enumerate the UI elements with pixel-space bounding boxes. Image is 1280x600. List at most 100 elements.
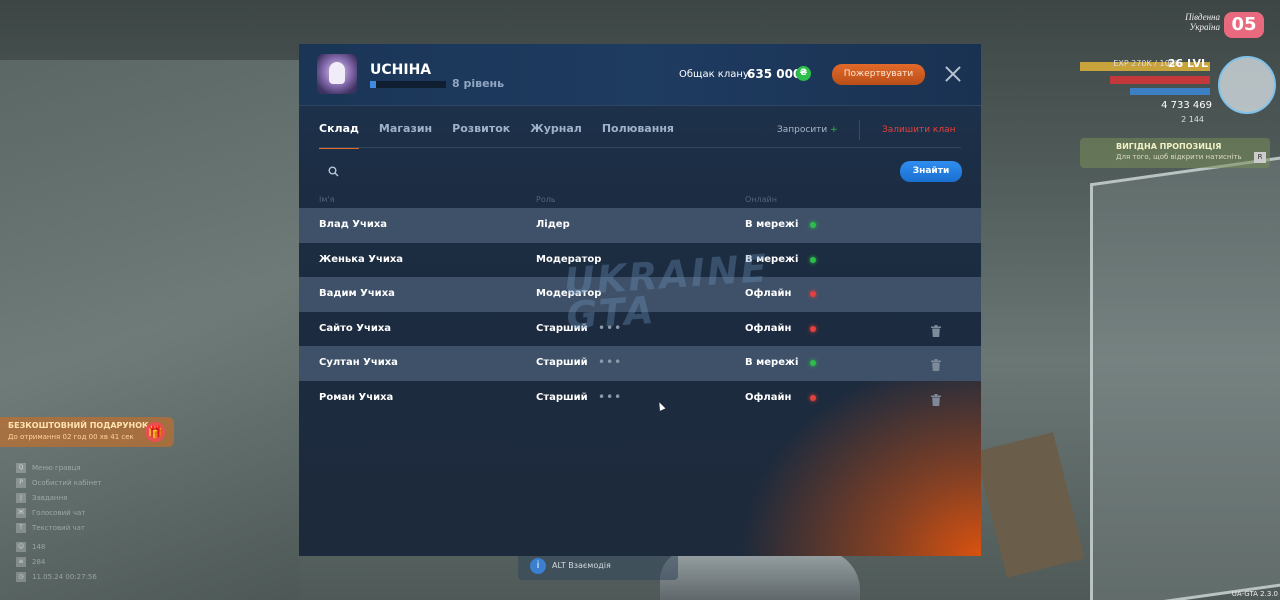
clan-money-label: Общак клану: [679,69,753,80]
game-version: UA-GTA 2.3.0 [1231,590,1278,598]
clan-logo [317,54,357,94]
find-button[interactable]: Знайти [900,161,962,182]
interaction-hint-text: ALT Взаємодія [552,561,611,570]
status-dot-icon [810,222,816,228]
key-hint: T [16,522,26,533]
signal-icon: ≡ [16,556,26,567]
info-icon: i [530,558,546,574]
member-name: Вадим Учиха [319,288,395,300]
column-header-online: Онлайн [745,195,777,204]
tab-development[interactable]: Розвиток [452,122,510,146]
trash-icon[interactable] [931,356,941,372]
background-crate [975,432,1085,578]
background-car [660,550,860,600]
clan-modal: UCHIHA 8 рівень Общак клану: 635 000 ₴ П… [299,44,981,556]
status-dot-icon [810,256,816,263]
table-row[interactable]: Роман Учиха Старший ••• Офлайн [299,381,981,416]
left-hud-item[interactable]: Ж Голосовий чат [16,505,102,520]
offer-title: ВИГІДНА ПРОПОЗИЦІЯ [1116,142,1222,151]
offer-key-hint: R [1254,152,1266,163]
left-hud-item[interactable]: P Особистий кабінет [16,475,102,490]
member-status: Офлайн [745,391,792,403]
clan-level-bar [370,81,446,88]
stat-value: 11.05.24 00:27:56 [32,572,97,581]
member-role: Лідер [536,219,570,230]
table-row[interactable]: Султан Учиха Старший ••• В мережі [299,346,981,381]
invite-button[interactable]: Запросити + [777,125,838,135]
left-hud-item[interactable]: T Текстовий чат [16,520,102,535]
stat-ping: ≡ 284 [16,554,102,569]
gift-timer: До отримання 02 год 00 хв 41 сек [8,433,134,441]
stat-value: 148 [32,542,46,551]
member-name: Женька Учиха [319,253,404,265]
member-role: Старший [536,357,588,369]
clan-name: UCHIHA [370,62,432,78]
clan-level-text: 8 рівень [452,77,505,90]
background-panel [1090,156,1280,600]
member-name: Роман Учиха [319,391,394,403]
key-hint: Q [16,462,26,473]
stat-time: ◷ 11.05.24 00:27:56 [16,569,102,584]
member-name: Сайто Учиха [319,322,392,334]
trash-icon[interactable] [931,391,941,406]
stat-value: 284 [32,557,46,566]
tabs-divider [319,147,961,148]
tab-warehouse[interactable]: Склад [319,122,359,149]
hud-server-badge: 05 [1224,12,1264,38]
clan-tabs: Склад Магазин Розвиток Журнал Полювання [319,122,674,149]
key-hint: P [16,477,26,488]
left-hud-item[interactable]: J Завдання [16,490,102,505]
server-watermark-logo: UKRAINE GTA [562,245,770,339]
search-icon [328,166,339,177]
hud-level-text: 26 LVL [1167,57,1208,70]
member-role: Старший [536,391,588,403]
leave-clan-button[interactable]: Залишити клан [882,125,956,135]
left-hud-label: Голосовий чат [32,508,86,517]
tab-shop[interactable]: Магазин [379,122,432,146]
table-row[interactable]: Влад Учиха Лідер В мережі [299,208,981,243]
column-header-role: Роль [536,195,556,204]
more-icon[interactable]: ••• [598,355,622,369]
member-name: Султан Учиха [319,357,398,369]
clan-header: UCHIHA 8 рівень Общак клану: 635 000 ₴ П… [299,44,981,106]
status-dot-icon [810,291,816,298]
plus-icon: + [830,125,838,135]
search-input[interactable] [345,162,885,180]
left-hud-label: Особистий кабінет [32,478,102,487]
member-status: В мережі [745,219,799,230]
hud-armor-bar [1130,88,1210,95]
gift-title: БЕЗКОШТОВНИЙ ПОДАРУНОК [8,421,149,430]
divider [859,120,860,140]
key-hint: J [16,492,26,503]
invite-label: Запросити [777,125,828,135]
gift-icon: 🎁 [145,422,165,442]
key-hint: Ж [16,507,26,518]
hud-sub-money: 2 144 [1181,115,1204,124]
hud-health-bar [1110,76,1210,84]
hud-money: 4 733 469 [1161,100,1212,111]
left-hud-label: Завдання [32,493,68,502]
column-header-name: Ім'я [319,195,335,204]
hud-region-label: Південна Україна [1185,12,1220,32]
left-hud-label: Текстовий чат [32,523,85,532]
left-hud-label: Меню гравця [32,463,81,472]
member-status: В мережі [745,357,799,369]
donate-button[interactable]: Пожертвувати [832,64,925,85]
member-name: Влад Учиха [319,219,388,230]
offer-subtitle: Для того, щоб відкрити натисніть [1116,153,1242,161]
tab-journal[interactable]: Журнал [530,122,582,146]
more-icon[interactable]: ••• [598,390,622,404]
left-hud-item[interactable]: Q Меню гравця [16,460,102,475]
trash-icon[interactable] [931,322,941,337]
clan-money-value: 635 000 [747,67,802,81]
status-dot-icon [810,394,816,401]
close-icon[interactable] [942,63,964,85]
stat-online: ☺ 148 [16,539,102,554]
left-hud-menu: Q Меню гравця P Особистий кабінет J Завданн… [16,460,102,584]
clan-level-fill [370,81,377,88]
players-icon: ☺ [16,541,26,552]
hud-minimap [1218,56,1276,114]
tab-hunting[interactable]: Полювання [602,122,674,146]
coin-icon: ₴ [796,66,811,81]
status-dot-icon [810,360,816,367]
